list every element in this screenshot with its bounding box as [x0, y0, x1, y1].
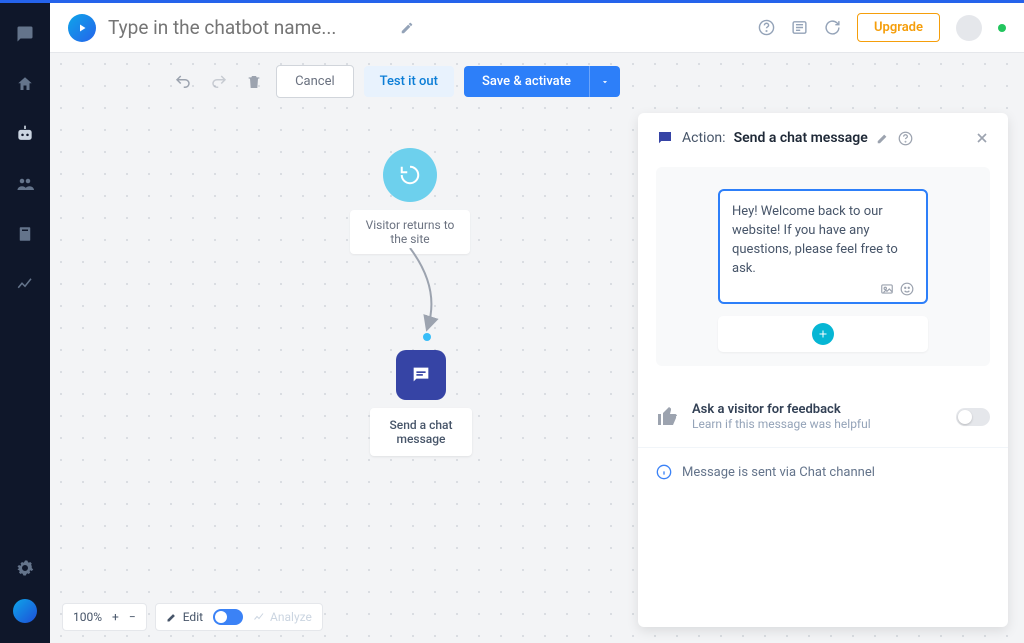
zoom-level: 100% [73, 610, 102, 624]
thumbs-icon [656, 405, 680, 429]
sidebar-settings-icon[interactable] [14, 557, 36, 579]
sidebar-home-icon[interactable] [14, 73, 36, 95]
action-label: Send a chat message [370, 408, 472, 456]
message-container: Hey! Welcome back to our website! If you… [656, 167, 990, 366]
sidebar-chat-icon[interactable] [14, 23, 36, 45]
edit-mode-label: Edit [183, 610, 203, 624]
sidebar-book-icon[interactable] [14, 223, 36, 245]
flow-canvas[interactable]: Cancel Test it out Save & activate Visit… [50, 53, 638, 643]
feedback-subtitle: Learn if this message was helpful [692, 417, 944, 431]
sidebar-analytics-icon[interactable] [14, 273, 36, 295]
undo-icon[interactable] [170, 69, 196, 95]
trigger-label: Visitor returns to the site [350, 210, 470, 254]
zoom-in-button[interactable]: + [112, 610, 119, 624]
panel-edit-icon[interactable] [876, 131, 890, 145]
zoom-out-button[interactable]: − [129, 610, 136, 624]
left-sidebar [0, 3, 50, 643]
message-textarea[interactable]: Hey! Welcome back to our website! If you… [732, 203, 914, 278]
help-icon[interactable] [758, 19, 775, 36]
chatbot-name-input[interactable] [108, 16, 388, 39]
edit-mode-button[interactable]: Edit [166, 610, 203, 624]
panel-help-icon[interactable] [898, 131, 913, 146]
upgrade-button[interactable]: Upgrade [857, 13, 940, 42]
cancel-button[interactable]: Cancel [276, 65, 354, 98]
redo-icon [206, 69, 232, 95]
connector-dot[interactable] [423, 333, 431, 341]
panel-action-prefix: Action: [682, 130, 726, 146]
feedback-option: Ask a visitor for feedback Learn if this… [638, 382, 1008, 439]
info-icon [656, 464, 672, 480]
save-activate-button[interactable]: Save & activate [464, 66, 589, 97]
action-icon [396, 350, 446, 400]
info-text: Message is sent via Chat channel [682, 465, 875, 480]
refresh-icon[interactable] [824, 19, 841, 36]
news-icon[interactable] [791, 19, 808, 36]
brand-logo-icon[interactable] [68, 14, 96, 42]
attach-image-icon[interactable] [880, 282, 894, 296]
zoom-control: 100% + − [62, 603, 147, 631]
feedback-title: Ask a visitor for feedback [692, 402, 944, 417]
analyze-mode-label: Analyze [270, 610, 312, 624]
action-settings-panel: Action: Send a chat message Hey! Welcome… [638, 113, 1008, 627]
panel-chat-icon [656, 129, 674, 147]
connector-arrow [400, 248, 470, 338]
info-row: Message is sent via Chat channel [638, 447, 1008, 496]
edit-name-icon[interactable] [400, 21, 414, 35]
action-node[interactable]: Send a chat message [370, 350, 472, 456]
sidebar-bot-icon[interactable] [14, 123, 36, 145]
user-avatar[interactable] [956, 15, 982, 41]
sidebar-users-icon[interactable] [14, 173, 36, 195]
top-header: Upgrade [50, 3, 1024, 53]
sidebar-brand-icon[interactable] [13, 599, 37, 623]
trigger-node[interactable]: Visitor returns to the site [350, 148, 470, 254]
panel-close-icon[interactable] [974, 130, 990, 146]
feedback-toggle[interactable] [956, 408, 990, 426]
save-dropdown-button[interactable] [589, 66, 620, 97]
trigger-icon [383, 148, 437, 202]
add-message-row [718, 316, 928, 352]
add-message-button[interactable] [812, 323, 834, 345]
status-indicator [998, 24, 1006, 32]
mode-switcher: Edit Analyze [155, 603, 323, 631]
test-button[interactable]: Test it out [364, 66, 454, 97]
mode-toggle[interactable] [213, 609, 243, 625]
delete-icon[interactable] [242, 70, 266, 94]
analyze-mode-button[interactable]: Analyze [253, 610, 312, 624]
panel-action-name: Send a chat message [734, 130, 868, 146]
emoji-icon[interactable] [900, 282, 914, 296]
message-box[interactable]: Hey! Welcome back to our website! If you… [718, 189, 928, 304]
